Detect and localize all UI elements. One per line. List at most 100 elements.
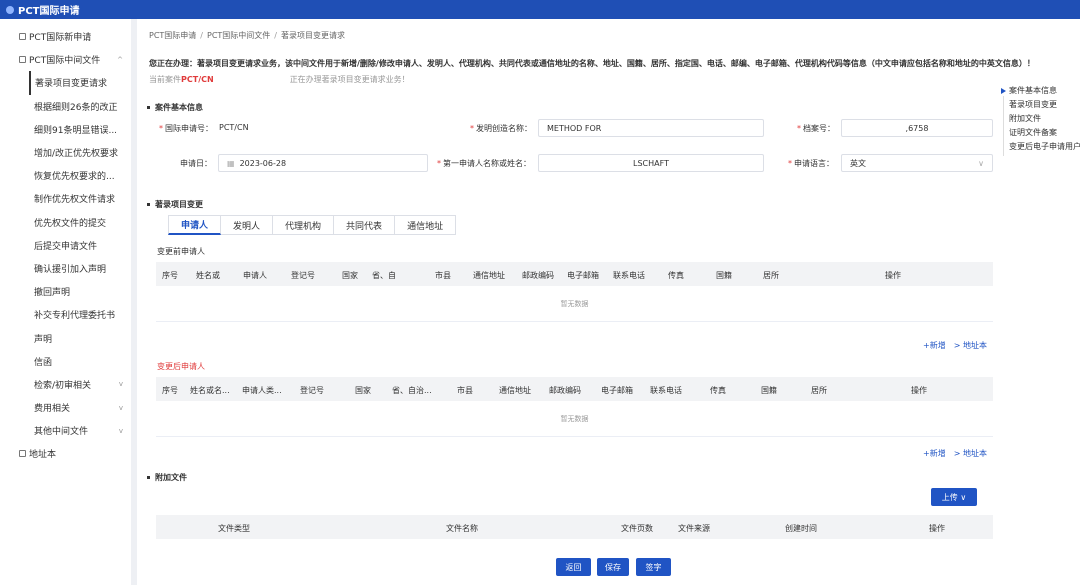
sidebar-item-label: 补交专利代理委托书	[34, 311, 116, 322]
attachments-table-header: 文件类型 文件名称 文件页数 文件来源 创建时间 操作	[156, 515, 993, 539]
sidebar-item[interactable]: 著录项目变更请求	[29, 71, 131, 95]
tab-agency[interactable]: 代理机构	[273, 215, 335, 235]
add-applicant-link[interactable]: +新增	[923, 341, 946, 350]
after-change-table-header: 序号 姓名或名... 申请人类... 登记号 国家 省、自治... 市县 通信地址 邮政编码 电子…	[156, 377, 993, 401]
chevron-down-icon: v	[118, 380, 123, 389]
file-no-label: * 档案号：	[797, 124, 835, 133]
sidebar-item[interactable]: 费用相关 v	[0, 396, 131, 419]
filing-date-input[interactable]: ▦ 2023-06-28	[218, 154, 428, 172]
before-change-actions: +新增 > 地址本	[915, 340, 987, 351]
attachments-section-title: 附加文件	[147, 472, 187, 483]
invention-name-label: * 发明创造名称：	[470, 124, 532, 133]
sidebar-group[interactable]: PCT国际新申请	[0, 25, 131, 48]
sidebar-item[interactable]: 信函	[0, 350, 131, 373]
business-notice: 您正在办理：著录项目变更请求业务，该中间文件用于新增/删除/修改申请人、发明人、…	[149, 59, 1035, 68]
after-change-empty: 暂无数据	[156, 401, 993, 437]
change-section-title: 著录项目变更	[147, 199, 203, 210]
sidebar: PCT国际新申请 PCT国际中间文件 ^ 著录项目变更请求根据细则26条的改正 细则91…	[0, 19, 131, 585]
sidebar-item-label: 根据细则26条的改正	[34, 102, 118, 113]
invention-name-input[interactable]: METHOD FOR	[538, 119, 764, 137]
column-header: 联系电话	[650, 386, 682, 395]
tab-inventor[interactable]: 发明人	[221, 215, 274, 235]
column-header: 序号	[162, 386, 178, 395]
sidebar-item-label: PCT国际新申请	[29, 33, 92, 44]
sidebar-item[interactable]: 声明	[0, 326, 131, 349]
document-icon	[19, 450, 26, 458]
sidebar-group[interactable]: PCT国际中间文件 ^	[0, 48, 131, 71]
chevron-up-icon: ^	[117, 55, 123, 64]
column-header: 国家	[355, 386, 371, 395]
tab-common-representative[interactable]: 共同代表	[334, 215, 396, 235]
column-header: 登记号	[291, 271, 315, 280]
column-header: 居所	[763, 271, 779, 280]
save-button[interactable]: 保存	[597, 558, 629, 576]
column-header: 国籍	[761, 386, 777, 395]
main-content: PCT国际申请 / PCT国际中间文件 / 著录项目变更请求 您正在办理：著录项目变更请…	[137, 19, 1080, 585]
sidebar-item-label: 确认援引加入声明	[34, 264, 107, 275]
column-header: 联系电话	[613, 271, 645, 280]
anchor-link[interactable]: 证明文件备案	[1009, 127, 1057, 138]
sidebar-item[interactable]: 撤回声明	[0, 280, 131, 303]
before-change-table-header: 序号 姓名或 申请人 登记号 国家 省、自 市县 通信地址 邮政编码 电子邮箱 联系电话 传真 国籍 居所…	[156, 262, 993, 286]
column-header: 市县	[435, 271, 451, 280]
sidebar-item-label: 细则91条明显错误...	[34, 125, 118, 136]
sidebar-item-label: 其他中间文件	[34, 427, 89, 438]
column-header: 传真	[710, 386, 726, 395]
column-header: 省、自	[372, 271, 396, 280]
language-label: * 申请语言：	[788, 159, 834, 168]
upload-button[interactable]: 上传 ∨	[931, 488, 977, 506]
sidebar-item[interactable]: 其他中间文件 v	[0, 419, 131, 442]
column-header: 传真	[668, 271, 684, 280]
language-select[interactable]: 英文 ∨	[841, 154, 993, 172]
before-change-empty: 暂无数据	[156, 286, 993, 322]
case-info-section-title: 案件基本信息	[147, 102, 203, 113]
intl-app-no-value: PCT/CN	[219, 123, 249, 132]
sidebar-item[interactable]: 制作优先权文件请求	[0, 187, 131, 210]
anchor-link[interactable]: 著录项目变更	[1009, 99, 1057, 110]
document-icon	[19, 56, 26, 64]
sidebar-item[interactable]: 后提交申请文件	[0, 234, 131, 257]
address-book-link[interactable]: > 地址本	[954, 449, 987, 458]
app-header: PCT国际申请	[0, 0, 1080, 19]
anchor-label: 证明文件备案	[1009, 128, 1057, 137]
breadcrumb-item[interactable]: PCT国际申请	[149, 31, 196, 40]
column-header: 国籍	[716, 271, 732, 280]
first-applicant-input[interactable]: LSCHAFT	[538, 154, 764, 172]
sidebar-item[interactable]: 优先权文件的提交	[0, 211, 131, 234]
sidebar-item[interactable]: 确认援引加入声明	[0, 257, 131, 280]
sidebar-item[interactable]: 补交专利代理委托书	[0, 303, 131, 326]
anchor-link[interactable]: 变更后电子申请用户	[1009, 141, 1080, 152]
sidebar-item-label: 信函	[34, 357, 53, 368]
breadcrumb-item[interactable]: PCT国际中间文件	[207, 31, 270, 40]
anchor-nav-line	[1003, 96, 1004, 156]
chevron-down-icon: ∨	[978, 158, 984, 168]
sidebar-item[interactable]: 细则91条明显错误...	[0, 118, 131, 141]
column-header: 申请人类...	[242, 386, 282, 395]
file-no-input[interactable]: ,6758	[841, 119, 993, 137]
sidebar-item[interactable]: 恢复优先权要求的...	[0, 164, 131, 187]
column-header: 姓名或名...	[190, 386, 230, 395]
column-header: 国家	[342, 271, 358, 280]
breadcrumb: PCT国际申请 / PCT国际中间文件 / 著录项目变更请求	[149, 31, 345, 40]
sidebar-item[interactable]: 根据细则26条的改正	[0, 95, 131, 118]
tab-applicant[interactable]: 申请人	[168, 215, 222, 235]
anchor-label: 著录项目变更	[1009, 100, 1057, 109]
sidebar-item-label: 增加/改正优先权要求	[34, 149, 119, 160]
column-header: 操作	[885, 271, 901, 280]
add-applicant-link[interactable]: +新增	[923, 449, 946, 458]
sidebar-item-label: 制作优先权文件请求	[34, 195, 116, 206]
column-header: 登记号	[300, 386, 324, 395]
sign-button[interactable]: 签字	[636, 558, 671, 576]
back-button[interactable]: 返回	[556, 558, 591, 576]
sidebar-group[interactable]: 地址本	[0, 442, 131, 465]
sidebar-item[interactable]: 增加/改正优先权要求	[0, 141, 131, 164]
anchor-link[interactable]: 案件基本信息	[1001, 85, 1057, 96]
column-header: 文件类型	[218, 524, 250, 533]
sidebar-item-label: PCT国际中间文件	[29, 56, 101, 67]
before-change-title: 变更前申请人	[157, 247, 205, 256]
tab-mailing-address[interactable]: 通信地址	[395, 215, 457, 235]
sidebar-item-label: 检索/初审相关	[34, 380, 92, 391]
anchor-link[interactable]: 附加文件	[1009, 113, 1041, 124]
address-book-link[interactable]: > 地址本	[954, 341, 987, 350]
sidebar-item[interactable]: 检索/初审相关 v	[0, 373, 131, 396]
